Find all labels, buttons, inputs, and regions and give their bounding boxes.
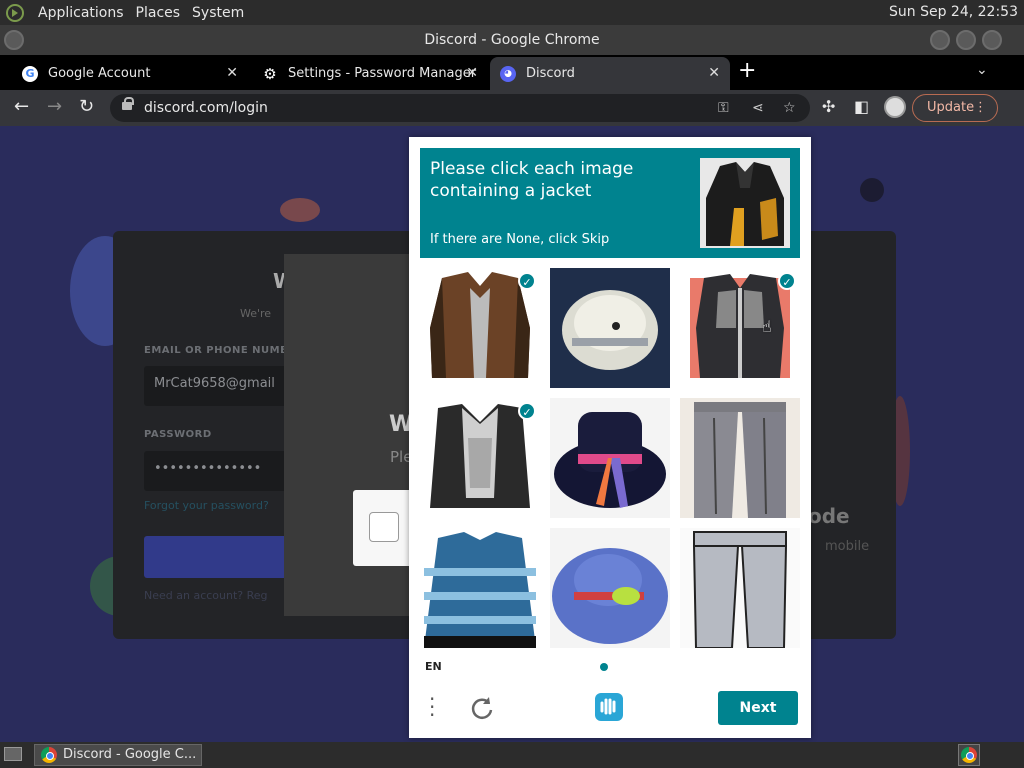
captcha-prompt: Please click each image containing a jac… (430, 159, 634, 201)
tray-chrome-icon[interactable] (958, 744, 980, 766)
captcha-skip-hint: If there are None, click Skip (430, 232, 610, 247)
close-icon[interactable]: ✕ (708, 65, 720, 81)
update-label: Update (927, 100, 975, 115)
qr-subtitle: mobile (825, 539, 870, 554)
gear-icon: ⚙ (263, 64, 277, 83)
email-field[interactable]: MrCat9658@gmail (144, 366, 294, 406)
close-icon[interactable]: ✕ (466, 65, 478, 81)
chrome-icon (41, 747, 57, 763)
panel-clock[interactable]: Sun Sep 24, 22:53 (889, 4, 1018, 20)
profile-avatar[interactable] (884, 96, 906, 118)
password-label: PASSWORD (144, 429, 212, 440)
background-decoration (860, 178, 884, 202)
reload-icon[interactable]: ↻ (79, 96, 94, 117)
close-window-button[interactable] (982, 30, 1002, 50)
tab-label: Google Account (48, 66, 151, 81)
hand-cursor-icon: ☝ (762, 317, 772, 336)
chrome-icon (961, 747, 977, 763)
google-icon: G (22, 65, 38, 82)
show-desktop-icon[interactable] (4, 747, 22, 761)
refresh-icon[interactable] (469, 695, 495, 721)
close-icon[interactable]: ✕ (226, 65, 238, 81)
email-label: EMAIL OR PHONE NUMB (144, 345, 289, 356)
bottom-taskbar: Discord - Google C... (0, 742, 1024, 768)
taskbar-window-label: Discord - Google C... (63, 747, 197, 762)
hcaptcha-checkbox[interactable] (369, 512, 399, 542)
tab-label: Discord (526, 66, 575, 81)
url-text: discord.com/login (144, 100, 268, 116)
share-icon[interactable]: ⋖ (752, 94, 764, 122)
page-indicator-dot (600, 663, 608, 671)
back-arrow-icon[interactable]: ← (14, 96, 29, 117)
forward-arrow-icon[interactable]: → (47, 96, 62, 117)
tab-discord[interactable]: ◕ Discord ✕ (490, 57, 730, 90)
update-button[interactable]: Update ⋮ (912, 94, 998, 122)
tile-sequin-vest[interactable]: ✓ (420, 398, 540, 518)
selected-check-icon: ✓ (778, 272, 796, 290)
menu-places[interactable]: Places (130, 0, 187, 25)
menu-applications[interactable]: Applications (32, 0, 130, 25)
top-panel: Applications Places System Sun Sep 24, 2… (0, 0, 1024, 25)
hcaptcha-checkbox-widget (353, 490, 413, 566)
password-field[interactable]: •••••••••••••• (144, 451, 294, 491)
menu-system[interactable]: System (186, 0, 250, 25)
address-bar[interactable]: discord.com/login ⚿ ⋖ ☆ (110, 94, 810, 122)
login-subtitle: We're (240, 307, 272, 320)
key-icon[interactable]: ⚿ (718, 94, 729, 122)
taskbar-chrome-window[interactable]: Discord - Google C... (34, 744, 202, 766)
kebab-menu-icon: ⋮ (974, 100, 987, 115)
qr-title: ode (808, 504, 850, 528)
tab-strip: G Google Account ✕ ⚙ Settings - Password… (0, 55, 1024, 90)
forgot-password-link[interactable]: Forgot your password? (144, 499, 269, 512)
captcha-header: Please click each image containing a jac… (420, 148, 800, 258)
tile-grey-pants[interactable] (680, 528, 800, 648)
register-link[interactable]: Need an account? Reg (144, 589, 268, 602)
language-selector[interactable]: EN (425, 660, 442, 673)
side-panel-icon[interactable]: ◧ (854, 97, 869, 116)
tab-label: Settings - Password Manager (288, 66, 477, 81)
next-button[interactable]: Next (718, 691, 798, 725)
reference-image-jacket (700, 158, 790, 248)
tile-grey-trousers[interactable] (680, 398, 800, 518)
tile-white-hat[interactable] (550, 268, 670, 388)
selected-check-icon: ✓ (518, 272, 536, 290)
maximize-button[interactable] (956, 30, 976, 50)
lock-icon[interactable] (122, 97, 134, 110)
tile-blue-sweater[interactable] (420, 528, 540, 648)
tab-password-manager[interactable]: ⚙ Settings - Password Manager ✕ (252, 57, 488, 90)
extensions-puzzle-icon[interactable]: ✣ (822, 97, 835, 116)
discord-icon: ◕ (500, 65, 516, 82)
window-title: Discord - Google Chrome (424, 32, 600, 48)
selected-check-icon: ✓ (518, 402, 536, 420)
new-tab-plus-icon[interactable]: + (738, 58, 756, 84)
window-menu-button[interactable] (4, 30, 24, 50)
distro-logo-icon[interactable] (6, 3, 24, 22)
tile-grey-leather-jacket[interactable]: ✓ (680, 268, 800, 388)
tile-blue-hat[interactable] (550, 528, 670, 648)
captcha-challenge: Please click each image containing a jac… (409, 137, 811, 738)
background-decoration (280, 198, 320, 222)
tile-brown-leather-jacket[interactable]: ✓ (420, 268, 540, 388)
minimize-button[interactable] (930, 30, 950, 50)
star-icon[interactable]: ☆ (783, 94, 796, 122)
tile-black-hat[interactable] (550, 398, 670, 518)
browser-toolbar: ← → ↻ discord.com/login ⚿ ⋖ ☆ ✣ ◧ Update… (0, 90, 1024, 126)
login-button[interactable] (144, 536, 294, 578)
hcaptcha-logo-icon[interactable] (593, 691, 625, 723)
window-titlebar: Discord - Google Chrome (0, 25, 1024, 55)
tab-google-account[interactable]: G Google Account ✕ (12, 57, 248, 90)
more-options-icon[interactable]: · · · (429, 689, 435, 725)
tab-search-chevron-icon[interactable]: ⌄ (976, 62, 988, 78)
